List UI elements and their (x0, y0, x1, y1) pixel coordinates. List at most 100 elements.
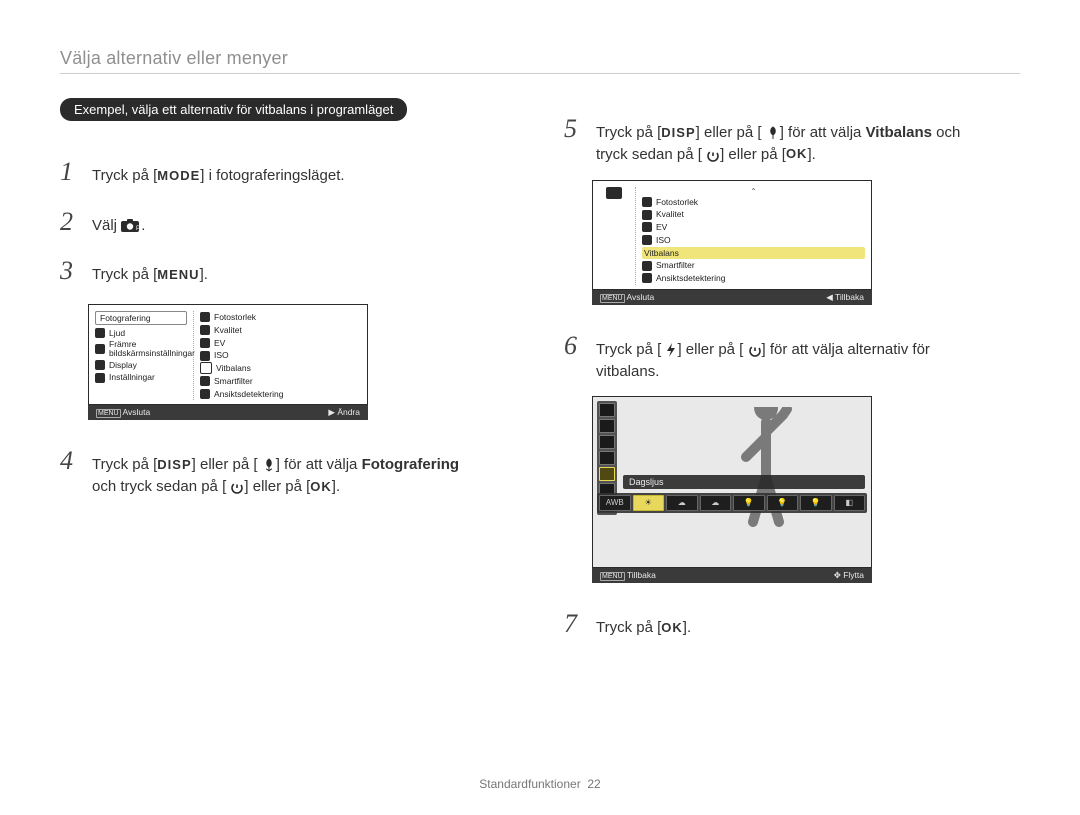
wb-option-row: AWB ☀ ☁ ☁ 💡 💡 💡 ◧ (597, 493, 867, 513)
text: . (141, 217, 145, 234)
move-icon: ✥ (834, 570, 841, 580)
step-text: Tryck på [DISP] eller på [ ] för att väl… (92, 454, 516, 498)
svg-text:P: P (136, 226, 140, 232)
text: ] för att välja (276, 456, 362, 473)
quality-icon (200, 325, 210, 335)
text: ] eller på [ (720, 146, 786, 163)
menu-item-selected: Vitbalans (642, 247, 865, 260)
step-text: Tryck på [DISP ] eller på [ ] för att väl… (596, 122, 1020, 166)
ok-button-label: OK (786, 145, 808, 164)
menu-item: Kvalitet (642, 208, 865, 221)
display-icon (95, 360, 105, 370)
menu-item: Kvalitet (200, 324, 361, 337)
text: Tryck på [ (596, 341, 661, 358)
wb-option: ☁ (700, 495, 732, 511)
menu-item: Ansiktsdetektering (200, 388, 361, 401)
footer-right: ✥ Flytta (834, 570, 864, 581)
text: och tryck sedan på [ (92, 478, 226, 495)
tab-ljud: Ljud (95, 327, 187, 340)
label: Tillbaka (835, 292, 864, 302)
bold-target: Vitbalans (866, 124, 932, 141)
text: Tryck på [ (596, 619, 661, 636)
wb-selected-label: Dagsljus (623, 475, 865, 489)
wb-option: 💡 (800, 495, 832, 511)
menu-left-mode (599, 187, 629, 199)
label: Display (109, 359, 137, 372)
step-2: 2 Välj P . (60, 203, 516, 241)
wb-option-cloudy: ☁ (666, 495, 698, 511)
step-7: 7 Tryck på [OK]. (564, 605, 1020, 643)
macro-icon (766, 126, 780, 140)
menu-item: EV (200, 337, 361, 350)
face-icon (200, 389, 210, 399)
disp-button-label: DISP (661, 124, 695, 143)
menu-screenshot-2: ⌃ Fotostorlek Kvalitet EV ISO Vitbalans … (592, 180, 872, 305)
menu-left-tabs: Fotografering Ljud Främre bildskärmsinst… (95, 311, 187, 384)
label: Främre bildskärmsinställningar (109, 340, 195, 359)
label: Smartfilter (214, 375, 253, 388)
label: ISO (214, 349, 229, 362)
iso-icon (642, 235, 652, 245)
ok-button-label: OK (661, 619, 683, 638)
tab-display: Display (95, 359, 187, 372)
timer-icon (748, 343, 762, 357)
text: ]. (683, 619, 691, 636)
flash-icon (665, 343, 677, 357)
menu-item: Ansiktsdetektering (642, 272, 865, 285)
column-left: Exempel, välja ett alternativ för vitbal… (60, 98, 516, 655)
label: Vitbalans (644, 247, 679, 260)
step-4: 4 Tryck på [DISP] eller på [ ] för att v… (60, 442, 516, 498)
label: Flytta (843, 570, 864, 580)
timer-icon (706, 148, 720, 162)
column-right: 5 Tryck på [DISP] eller på [ ] för att v… (564, 98, 1020, 655)
step-text: Tryck på [OK]. (596, 617, 1020, 639)
footer-left: MENU Avsluta (600, 292, 654, 303)
wb-option-daylight: ☀ (633, 495, 665, 511)
menu-icon-label: MENU (96, 409, 121, 418)
step-number: 6 (564, 327, 582, 365)
camera-p-icon: P (121, 219, 141, 233)
text: Tryck på [ (92, 167, 157, 184)
gear-icon (95, 373, 105, 383)
macro-icon (262, 458, 276, 472)
ev-icon (642, 222, 652, 232)
step-number: 3 (60, 252, 78, 290)
size-icon (200, 312, 210, 322)
face-icon (642, 273, 652, 283)
text: ] för att välja (780, 124, 866, 141)
label: Avsluta (627, 292, 655, 302)
text: Tryck på [ (596, 124, 661, 141)
step-5: 5 Tryck på [DISP ] eller på [ ] för att v… (564, 110, 1020, 166)
menu-item: Fotostorlek (200, 311, 361, 324)
step-text: Tryck på [ ] eller på [ ] för att välja … (596, 339, 1020, 383)
text: ] i fotograferingsläget. (200, 167, 344, 184)
menu-icon-label: MENU (600, 294, 625, 303)
wb-selection-screenshot: Dagsljus AWB ☀ ☁ ☁ 💡 💡 💡 ◧ MENU Tillbaka (592, 396, 872, 583)
size-icon (599, 403, 615, 417)
quality-icon (642, 210, 652, 220)
page-footer: Standardfunktioner 22 (0, 777, 1080, 791)
step-number: 4 (60, 442, 78, 480)
page-number: 22 (587, 777, 600, 791)
right-arrow-icon: ▶ (328, 407, 335, 417)
step-6: 6 Tryck på [ ] eller på [ ] för att välj… (564, 327, 1020, 383)
page-title: Välja alternativ eller menyer (60, 48, 1020, 69)
bold-target: Fotografering (362, 456, 460, 473)
menu-button-label: MENU (157, 266, 199, 285)
camera-icon (606, 187, 622, 199)
label: Fotostorlek (656, 196, 698, 209)
text: ] eller på [ (192, 456, 258, 473)
wb-option: 💡 (733, 495, 765, 511)
ev-icon (599, 435, 615, 449)
step-number: 5 (564, 110, 582, 148)
menu-item: Fotostorlek (642, 196, 865, 209)
label: Ändra (337, 407, 360, 417)
label: Fotostorlek (214, 311, 256, 324)
text: ]. (200, 266, 208, 283)
label: Kvalitet (656, 208, 684, 221)
step-number: 1 (60, 153, 78, 191)
label: Kvalitet (214, 324, 242, 337)
text: ]. (332, 478, 340, 495)
wb-option-auto: AWB (599, 495, 631, 511)
footer-right: ▶ Ändra (328, 407, 360, 418)
